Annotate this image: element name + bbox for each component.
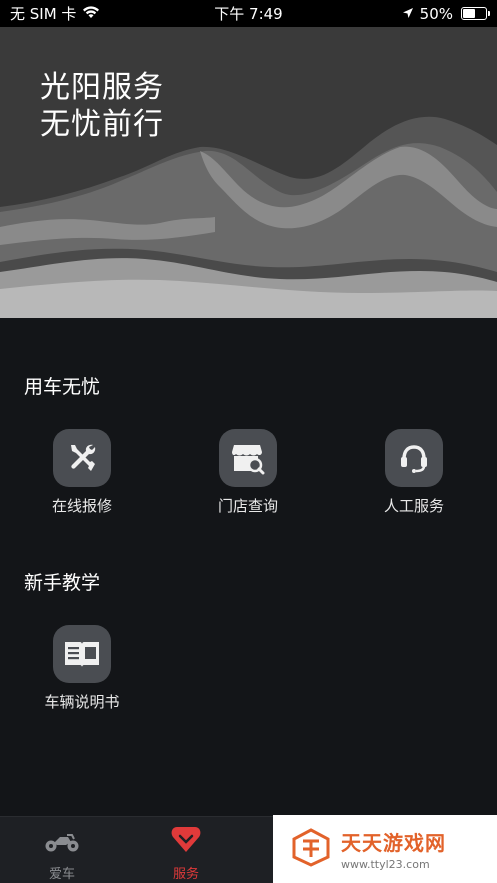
hero-banner: 光阳服务 无忧前行	[0, 27, 497, 318]
watermark-text: 天天游戏网 www.ttyl23.com	[341, 827, 446, 871]
store-search-icon	[219, 429, 277, 487]
service-human-support[interactable]: 人工服务	[354, 429, 474, 516]
hero-slogan-line-2: 无忧前行	[40, 107, 164, 142]
service-label: 车辆说明书	[44, 693, 120, 711]
section-title-tutorial: 新手教学	[24, 572, 101, 594]
watermark-url: www.ttyl23.com	[341, 858, 430, 871]
watermark-title: 天天游戏网	[341, 831, 446, 855]
headset-icon	[385, 429, 443, 487]
tab-my-car[interactable]: 爱车	[0, 817, 124, 883]
status-bar: 无 SIM 卡 下午 7:49 50%	[0, 0, 497, 27]
battery-icon	[461, 7, 490, 20]
tab-label: 爱车	[48, 867, 75, 882]
tab-service[interactable]: 服务	[124, 817, 248, 883]
location-arrow-icon	[402, 5, 414, 23]
section-title-worry-free: 用车无忧	[24, 376, 101, 398]
manual-book-icon	[53, 625, 111, 683]
watermark-overlay: 天天游戏网 www.ttyl23.com	[273, 815, 497, 883]
service-store-search[interactable]: 门店查询	[188, 429, 308, 516]
services-content: 用车无忧 在线报修 门店查询 人工服务 新手教学 车辆说明书	[0, 318, 497, 816]
hero-slogan-line-1: 光阳服务	[40, 70, 164, 105]
status-left: 无 SIM 卡	[10, 3, 100, 24]
service-label: 门店查询	[217, 497, 278, 515]
service-online-repair[interactable]: 在线报修	[22, 429, 142, 516]
tab-label: 服务	[172, 867, 199, 882]
service-label: 在线报修	[51, 497, 112, 515]
battery-percent: 50%	[419, 4, 453, 23]
battery-fill	[463, 9, 475, 18]
service-label: 人工服务	[383, 497, 444, 515]
service-vehicle-manual[interactable]: 车辆说明书	[22, 625, 142, 712]
status-right: 50%	[402, 4, 490, 23]
watermark-logo-icon	[291, 827, 331, 871]
motorcycle-icon	[0, 817, 124, 853]
service-heart-icon	[124, 817, 248, 853]
carrier-text: 无 SIM 卡	[10, 5, 77, 23]
hero-slogan: 光阳服务 无忧前行	[40, 69, 164, 143]
wifi-icon	[82, 5, 100, 23]
tools-icon	[53, 429, 111, 487]
